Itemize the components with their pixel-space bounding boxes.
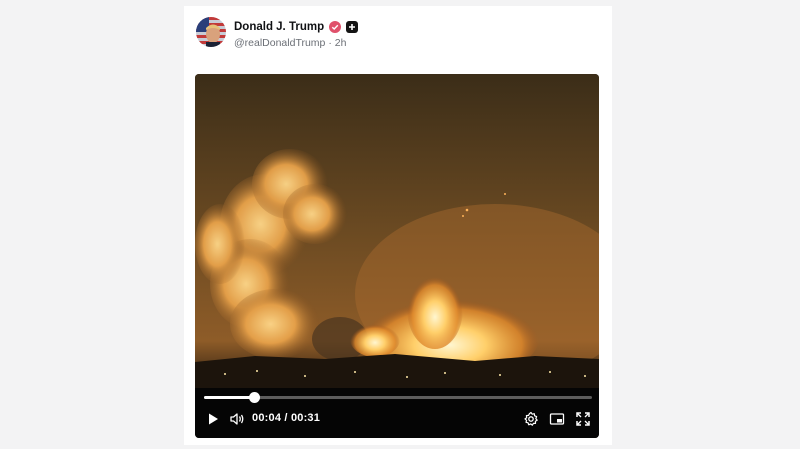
display-name[interactable]: Donald J. Trump bbox=[234, 21, 324, 33]
progress-fill bbox=[204, 396, 255, 399]
handle[interactable]: @realDonaldTrump bbox=[234, 37, 325, 49]
avatar[interactable] bbox=[196, 17, 226, 47]
play-icon[interactable] bbox=[205, 411, 221, 427]
progress-handle[interactable] bbox=[249, 392, 261, 403]
handle-row: @realDonaldTrump · 2h bbox=[234, 37, 346, 49]
author-row: Donald J. Trump bbox=[234, 19, 359, 35]
progress-bar[interactable] bbox=[204, 392, 592, 403]
video-frame bbox=[195, 74, 599, 388]
post-card: Donald J. Trump @realDonaldTrump · 2h 00… bbox=[184, 6, 612, 445]
picture-in-picture-icon[interactable] bbox=[549, 411, 565, 427]
timestamp[interactable]: 2h bbox=[335, 37, 347, 49]
video-controls: 00:04 / 00:31 bbox=[195, 388, 599, 438]
current-time: 00:04 bbox=[252, 412, 282, 424]
time-separator: / bbox=[284, 412, 288, 424]
time-display: 00:04 / 00:31 bbox=[252, 412, 320, 424]
gear-icon[interactable] bbox=[523, 411, 539, 427]
separator: · bbox=[328, 37, 332, 49]
duration: 00:31 bbox=[290, 412, 321, 424]
fullscreen-icon[interactable] bbox=[575, 411, 591, 427]
video-player[interactable]: 00:04 / 00:31 bbox=[195, 74, 599, 438]
verified-badge-icon bbox=[329, 21, 342, 33]
volume-icon[interactable] bbox=[229, 411, 245, 427]
plus-badge-icon bbox=[346, 21, 359, 33]
